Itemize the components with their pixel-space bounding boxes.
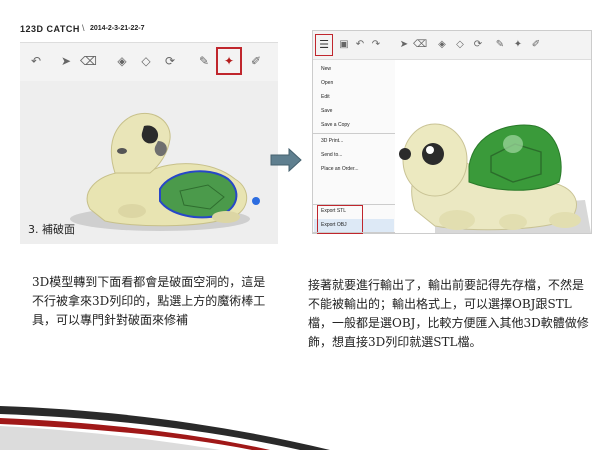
undo-icon[interactable]: ↶ [28, 53, 44, 69]
cube-icon[interactable]: ◈ [114, 53, 130, 69]
app-title: 123D CATCH [20, 24, 80, 34]
app-header: 123D CATCH \ 2014-2-3-21-22-7 [20, 20, 278, 42]
cube-icon[interactable]: ◈ [435, 37, 449, 53]
magic-wand-icon[interactable]: ✦ [511, 37, 525, 53]
pointer-icon[interactable]: ➤ [397, 37, 411, 53]
menu-item-send-to[interactable]: Send to... [321, 152, 342, 158]
step-caption: 3. 補破面 [28, 223, 75, 236]
brush-icon[interactable]: ✎ [493, 37, 507, 53]
left-description: 3D模型轉到下面看都會是破面空洞的，這是不行被拿來3D列印的，點選上方的魔術棒工… [32, 275, 266, 327]
right-arrow-icon [270, 148, 302, 172]
broom-icon[interactable]: ✐ [529, 37, 543, 53]
menu-icon[interactable]: ☰ [317, 37, 331, 53]
model-viewport[interactable]: 3. 補破面 [20, 81, 278, 244]
brush-icon[interactable]: ✎ [196, 53, 212, 69]
magic-wand-highlight [216, 47, 242, 75]
menu-item-export-stl[interactable]: Export STL [321, 208, 346, 214]
refresh-icon[interactable]: ⟳ [471, 37, 485, 53]
turtle-model-holed [70, 112, 260, 231]
menu-item-edit[interactable]: Edit [321, 94, 330, 100]
broom-icon[interactable]: ✐ [248, 53, 264, 69]
menu-item-new[interactable]: New [321, 66, 331, 72]
bottom-decoration [0, 406, 330, 450]
menu-item-save[interactable]: Save [321, 108, 332, 114]
file-name: 2014-2-3-21-22-7 [90, 25, 145, 32]
right-screenshot: ☰ ▣ ↶ ↷ ➤ ⌫ ◈ ◇ ⟳ ✎ ✦ ✐ New Open Edit Sa… [312, 30, 592, 234]
layers-icon[interactable]: ◇ [138, 53, 154, 69]
menu-item-3d-print[interactable]: 3D Print... [321, 138, 343, 144]
menu-item-place-order[interactable]: Place an Order... [321, 166, 359, 172]
refresh-icon[interactable]: ⟳ [162, 53, 178, 69]
toolbar: ☰ ▣ ↶ ↷ ➤ ⌫ ◈ ◇ ⟳ ✎ ✦ ✐ [313, 31, 591, 60]
menu-item-save-copy[interactable]: Save a Copy [321, 122, 350, 128]
redo-icon[interactable]: ↷ [369, 37, 383, 53]
menu-divider [313, 232, 395, 233]
model-viewport[interactable] [395, 60, 591, 233]
layers-icon[interactable]: ◇ [453, 37, 467, 53]
menu-divider [313, 133, 395, 134]
menu-item-open[interactable]: Open [321, 80, 333, 86]
pointer-icon[interactable]: ➤ [58, 53, 74, 69]
save-icon[interactable]: ▣ [337, 37, 351, 53]
right-description: 接著就要進行輸出了，輸出前要記得先存檔，不然是不能被輸出的；輸出格式上，可以選擇… [308, 278, 589, 349]
file-menu: New Open Edit Save Save a Copy 3D Print.… [313, 60, 396, 234]
menu-item-export-obj[interactable]: Export OBJ [321, 222, 347, 228]
eraser-icon[interactable]: ⌫ [413, 37, 427, 53]
toolbar: ↶ ➤ ⌫ ◈ ◇ ⟳ ✎ ✦ ✐ [20, 42, 278, 82]
turtle-model-repaired [399, 123, 591, 233]
eraser-icon[interactable]: ⌫ [80, 53, 97, 69]
left-screenshot: 123D CATCH \ 2014-2-3-21-22-7 ↶ ➤ ⌫ ◈ ◇ … [20, 20, 278, 244]
undo-icon[interactable]: ↶ [353, 37, 367, 53]
title-separator: \ [82, 23, 85, 33]
